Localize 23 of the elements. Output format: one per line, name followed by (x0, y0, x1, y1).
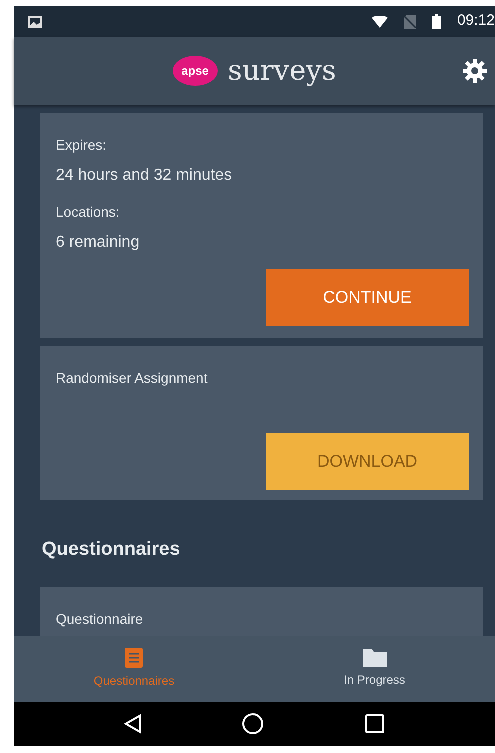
bottom-tab[interactable]: In Progress (254, 636, 495, 702)
home-icon[interactable] (242, 713, 264, 735)
logo-badge: apse (172, 56, 218, 86)
folder-icon (362, 649, 387, 667)
card-title: Questionnaire (56, 610, 144, 629)
field-value: 24 hours and 32 minutes (56, 166, 234, 186)
field-label: Locations: (56, 203, 121, 222)
image-notification-icon (28, 16, 42, 28)
back-icon[interactable] (124, 714, 142, 734)
continue-button[interactable]: CONTINUE (266, 269, 469, 326)
recents-icon[interactable] (364, 714, 385, 734)
questionnaire-card[interactable]: Questionnaire (40, 586, 483, 636)
field-value: 6 remaining (56, 233, 141, 253)
card-title: Randomiser Assignment (56, 369, 209, 388)
app-title: surveys (228, 53, 336, 89)
bottom-tab[interactable]: Questionnaires (14, 636, 254, 702)
battery-icon (432, 14, 442, 29)
clock-time: 09:12 (457, 11, 495, 32)
no-sim-icon (404, 14, 416, 28)
section-heading: Questionnaires (42, 538, 182, 562)
field-label: Expires: (56, 136, 108, 155)
list-icon (125, 648, 144, 668)
wifi-icon (372, 16, 388, 28)
